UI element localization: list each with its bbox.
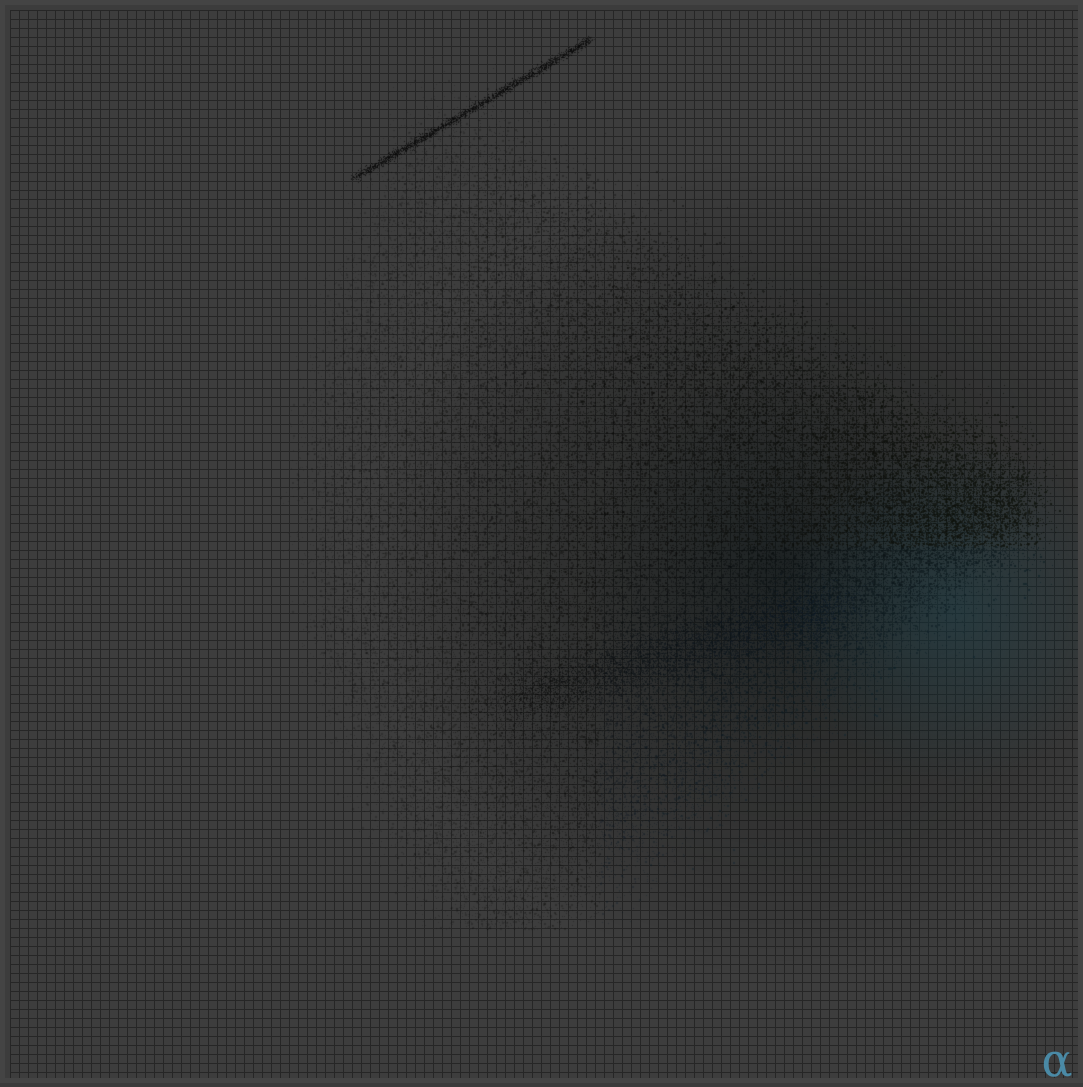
app-frame — [0, 0, 1083, 1083]
point-cloud-viewport[interactable] — [10, 10, 1078, 1078]
point-cloud-canvas[interactable] — [10, 10, 1078, 1078]
alpha-icon[interactable]: α — [1037, 1037, 1077, 1083]
